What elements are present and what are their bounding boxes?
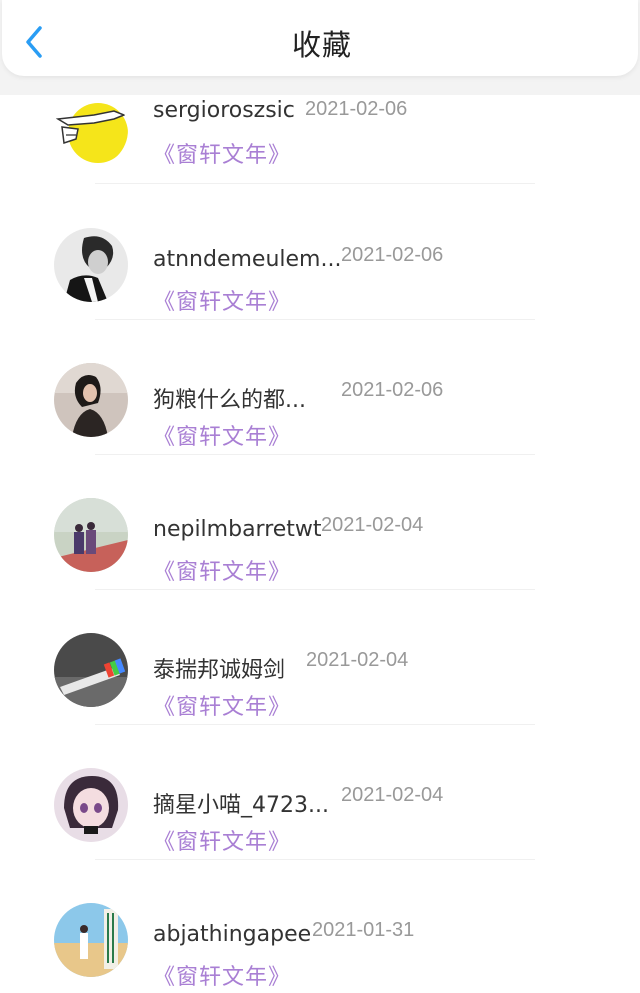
list-item[interactable]: 摘星小喵_4723... 2021-02-04 《窗轩文年》 — [0, 720, 640, 860]
avatar — [54, 633, 128, 707]
favorite-date: 2021-02-04 — [341, 784, 444, 806]
favorite-date: 2021-01-31 — [312, 919, 415, 941]
work-title[interactable]: 《窗轩文年》 — [153, 284, 291, 316]
avatar — [54, 498, 128, 572]
favorite-date: 2021-02-06 — [305, 98, 408, 120]
work-title[interactable]: 《窗轩文年》 — [153, 959, 291, 991]
list-item[interactable]: 泰揣邦诚姆剑 2021-02-04 《窗轩文年》 — [0, 585, 640, 725]
favorite-date: 2021-02-06 — [341, 244, 444, 266]
list-item[interactable]: sergioroszsic 2021-02-06 《窗轩文年》 — [0, 95, 640, 184]
header: 收藏 — [0, 0, 640, 95]
list-item[interactable]: atnndemeulem... 2021-02-06 《窗轩文年》 — [0, 180, 640, 320]
work-title[interactable]: 《窗轩文年》 — [153, 554, 291, 586]
user-name: abjathingapee — [153, 922, 312, 947]
work-title[interactable]: 《窗轩文年》 — [153, 689, 291, 721]
avatar — [54, 95, 128, 167]
work-title[interactable]: 《窗轩文年》 — [153, 419, 291, 451]
favorites-page: 收藏 sergioroszsic 2021-02-06 《窗轩文年》 atnnd… — [0, 0, 640, 993]
user-name: nepilmbarretwt — [153, 517, 322, 542]
work-title[interactable]: 《窗轩文年》 — [153, 137, 291, 169]
user-name: 摘星小喵_4723... — [153, 793, 329, 818]
favorites-list: sergioroszsic 2021-02-06 《窗轩文年》 atnndeme… — [0, 95, 640, 993]
user-name: 狗粮什么的都... — [153, 388, 306, 413]
user-name: 泰揣邦诚姆剑 — [153, 658, 286, 683]
page-title: 收藏 — [291, 28, 352, 62]
user-name: sergioroszsic — [153, 98, 295, 123]
favorite-date: 2021-02-06 — [341, 379, 444, 401]
list-item[interactable]: abjathingapee 2021-01-31 《窗轩文年》 — [0, 855, 640, 990]
favorite-date: 2021-02-04 — [306, 649, 409, 671]
avatar — [54, 228, 128, 302]
header-bar: 收藏 — [2, 0, 638, 76]
avatar — [54, 903, 128, 977]
list-item[interactable]: 狗粮什么的都... 2021-02-06 《窗轩文年》 — [0, 315, 640, 455]
avatar — [54, 768, 128, 842]
favorite-date: 2021-02-04 — [321, 514, 424, 536]
work-title[interactable]: 《窗轩文年》 — [153, 824, 291, 856]
avatar — [54, 363, 128, 437]
list-item[interactable]: nepilmbarretwt 2021-02-04 《窗轩文年》 — [0, 450, 640, 590]
user-name: atnndemeulem... — [153, 247, 342, 272]
